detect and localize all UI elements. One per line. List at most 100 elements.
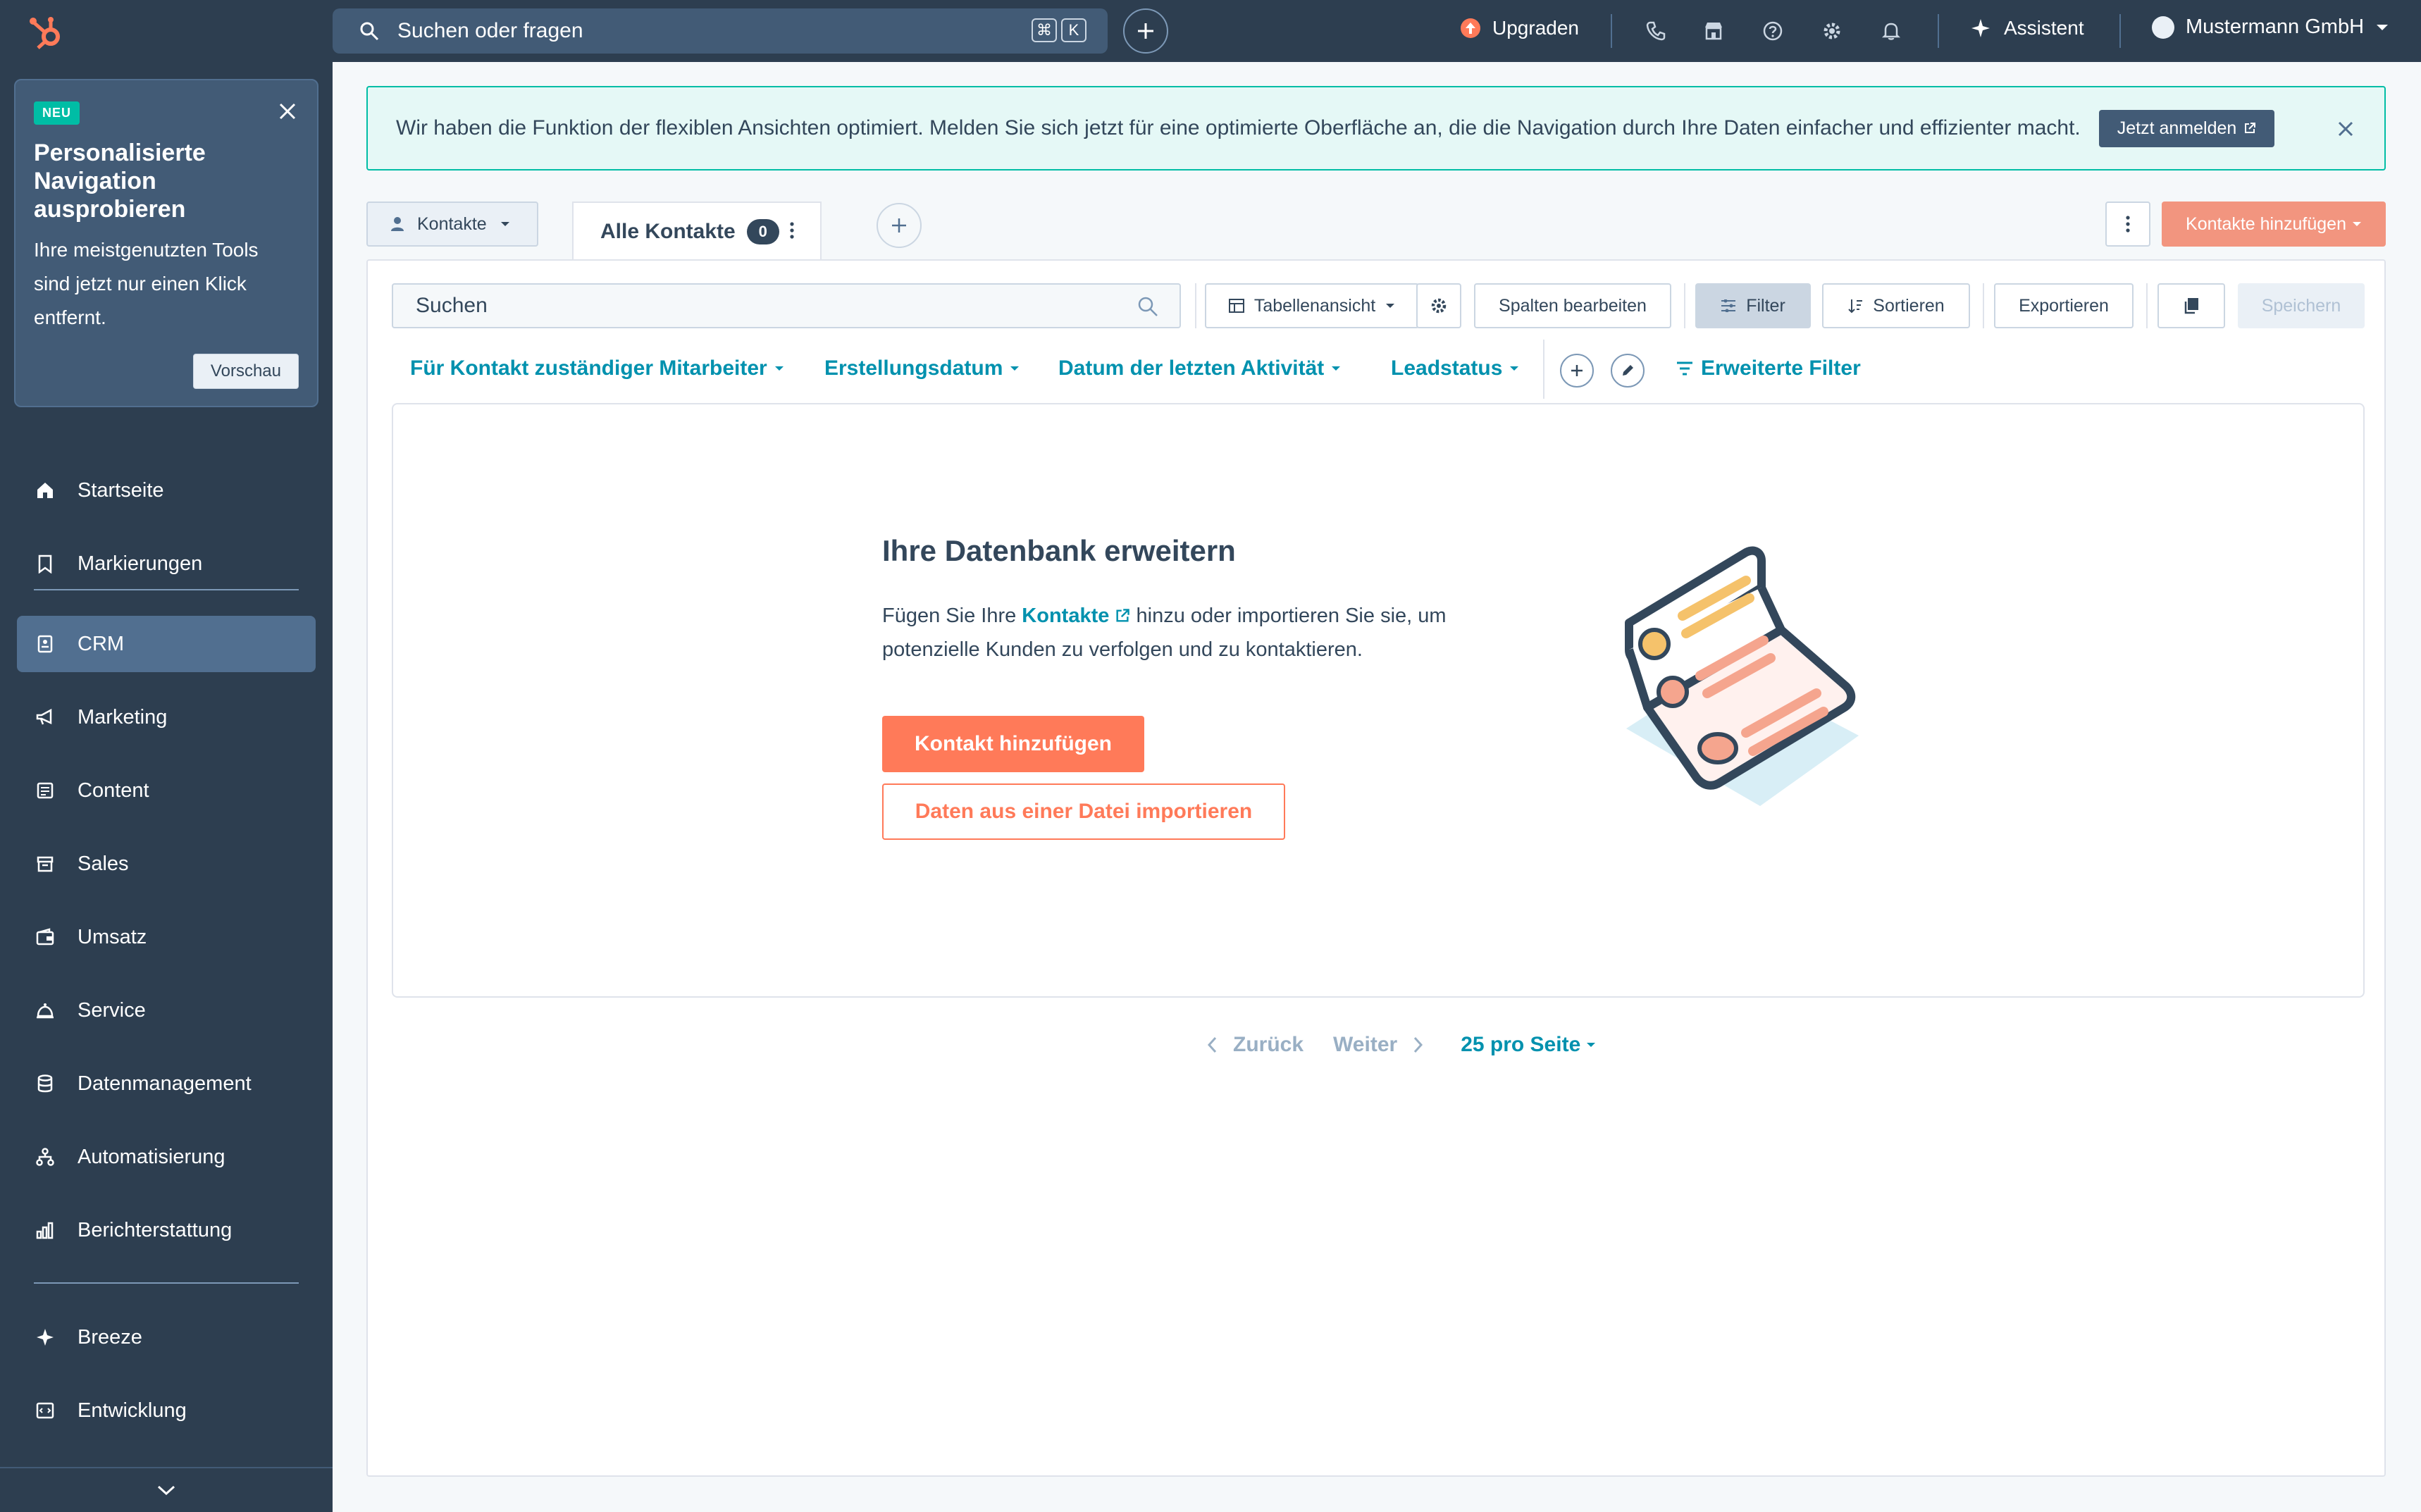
caret-down-icon [1010,365,1020,372]
sidebar-item-automatisierung[interactable]: Automatisierung [17,1129,316,1185]
marketplace-icon[interactable] [1699,17,1728,45]
table-view-select[interactable]: Tabellenansicht [1205,283,1419,328]
sidebar-item-crm[interactable]: CRM [17,616,316,672]
view-settings-button[interactable] [1416,283,1461,328]
sidebar-item-berichterstattung[interactable]: Berichterstattung [17,1202,316,1258]
assistant-label: Assistent [2004,17,2084,39]
sales-icon [31,854,59,874]
sidebar-item-breeze[interactable]: Breeze [17,1309,316,1365]
empty-state-description: Fügen Sie Ihre Kontakte hinzu oder impor… [882,599,1488,667]
chevron-down-icon [156,1483,177,1497]
sidebar-item-label: Service [78,998,146,1022]
add-contact-button[interactable]: Kontakt hinzufügen [882,716,1144,772]
plus-icon [1136,21,1156,41]
upgrade-button[interactable]: Upgraden [1460,17,1579,39]
chevron-right-icon[interactable] [1413,1036,1424,1054]
caret-down-icon [1509,365,1519,372]
sidebar-item-umsatz[interactable]: Umsatz [17,909,316,965]
sidebar-item-label: CRM [78,632,125,655]
hubspot-logo-icon[interactable] [25,10,68,52]
copy-icon [2184,297,2199,314]
assistant-button[interactable]: Assistent [1970,17,2084,39]
record-count-badge: 0 [746,219,779,244]
duplicate-view-button[interactable] [2157,283,2225,328]
more-vertical-icon[interactable] [789,221,795,243]
caret-down-icon [1331,365,1341,372]
sidebar-item-entwicklung[interactable]: Entwicklung [17,1382,316,1439]
chevron-left-icon[interactable] [1206,1036,1218,1054]
sidebar-item-startseite[interactable]: Startseite [17,462,316,519]
phone-icon[interactable] [1642,17,1670,45]
search-icon [359,21,379,41]
per-page-dropdown[interactable]: 25 pro Seite [1461,1033,1596,1057]
table-search-placeholder: Suchen [416,294,488,317]
sidebar-item-markierungen[interactable]: Markierungen [17,535,316,592]
create-new-button[interactable] [1123,8,1168,54]
notifications-bell-icon[interactable] [1877,17,1905,45]
sidebar-item-datenmanagement[interactable]: Datenmanagement [17,1055,316,1112]
sidebar-expand-toggle[interactable] [0,1467,333,1512]
more-actions-button[interactable] [2105,202,2150,247]
table-search-input[interactable]: Suchen [392,283,1181,328]
command-key: ⌘ [1032,18,1057,42]
preview-button[interactable]: Vorschau [192,354,299,389]
empty-state-title: Ihre Datenbank erweitern [882,534,1236,567]
created-date-filter-label: Erstellungsdatum [824,357,1003,380]
edit-filters-button[interactable] [1611,354,1645,388]
plus-icon [1569,363,1585,378]
advanced-filters-button[interactable]: Erweiterte Filter [1676,357,1861,380]
owner-filter-dropdown[interactable]: Für Kontakt zuständiger Mitarbeiter [410,357,784,380]
main-content: Wir haben die Funktion der flexiblen Ans… [333,62,2421,1512]
sidebar-item-label: Umsatz [78,925,147,948]
add-filter-button[interactable] [1560,354,1594,388]
add-view-button[interactable] [877,203,922,248]
sparkle-icon [31,1327,59,1347]
sidebar-item-sales[interactable]: Sales [17,836,316,892]
sidebar-item-label: Sales [78,852,129,875]
previous-page-button[interactable]: Zurück [1233,1033,1304,1057]
sort-button[interactable]: Sortieren [1822,283,1970,328]
last-activity-filter-dropdown[interactable]: Datum der letzten Aktivität [1058,357,1341,380]
sort-icon [1847,298,1863,314]
navigation-promo-card: NEU Personalisierte Navigation ausprobie… [14,79,318,407]
created-date-filter-dropdown[interactable]: Erstellungsdatum [824,357,1020,380]
add-contacts-button[interactable]: Kontakte hinzufügen [2162,202,2386,247]
close-icon[interactable] [2336,120,2355,142]
bookmark-icon [31,554,59,574]
export-label: Exportieren [2019,295,2109,316]
sidebar-item-label: Entwicklung [78,1399,187,1422]
settings-gear-icon[interactable] [1818,17,1846,45]
save-view-button[interactable]: Speichern [2238,283,2365,328]
banner-text: Wir haben die Funktion der flexiblen Ans… [396,116,2081,140]
sort-label: Sortieren [1873,295,1945,316]
next-page-button[interactable]: Weiter [1333,1033,1397,1057]
filter-icon [1676,361,1694,376]
external-link-icon [2243,122,2256,135]
sidebar-item-label: Automatisierung [78,1145,225,1168]
signup-now-button[interactable]: Jetzt anmelden [2098,109,2275,147]
empty-state-card: Ihre Datenbank erweitern Fügen Sie Ihre … [392,403,2365,998]
filter-button[interactable]: Filter [1695,283,1811,328]
global-search-input[interactable]: Suchen oder fragen ⌘ K [333,8,1108,54]
toolbar-divider [1684,283,1685,328]
tab-alle-kontakte[interactable]: Alle Kontakte 0 [572,202,822,261]
account-menu[interactable]: Mustermann GmbH [2152,16,2389,39]
sparkle-icon [1970,18,1991,39]
close-icon[interactable] [278,101,297,125]
edit-columns-button[interactable]: Spalten bearbeiten [1474,283,1671,328]
external-link-icon [1115,605,1130,627]
contacts-link[interactable]: Kontakte [1022,605,1130,627]
sidebar-item-marketing[interactable]: Marketing [17,689,316,745]
crm-icon [31,634,59,654]
sidebar-item-label: Marketing [78,705,168,729]
export-button[interactable]: Exportieren [1994,283,2134,328]
sidebar-item-content[interactable]: Content [17,762,316,819]
lead-status-filter-dropdown[interactable]: Leadstatus [1391,357,1519,380]
k-key: K [1061,18,1086,42]
service-icon [31,1000,59,1020]
help-icon[interactable] [1759,17,1787,45]
import-file-button[interactable]: Daten aus einer Datei importieren [882,783,1285,840]
object-type-select[interactable]: Kontakte [366,202,538,247]
per-page-label: 25 pro Seite [1461,1033,1581,1056]
sidebar-item-service[interactable]: Service [17,982,316,1039]
